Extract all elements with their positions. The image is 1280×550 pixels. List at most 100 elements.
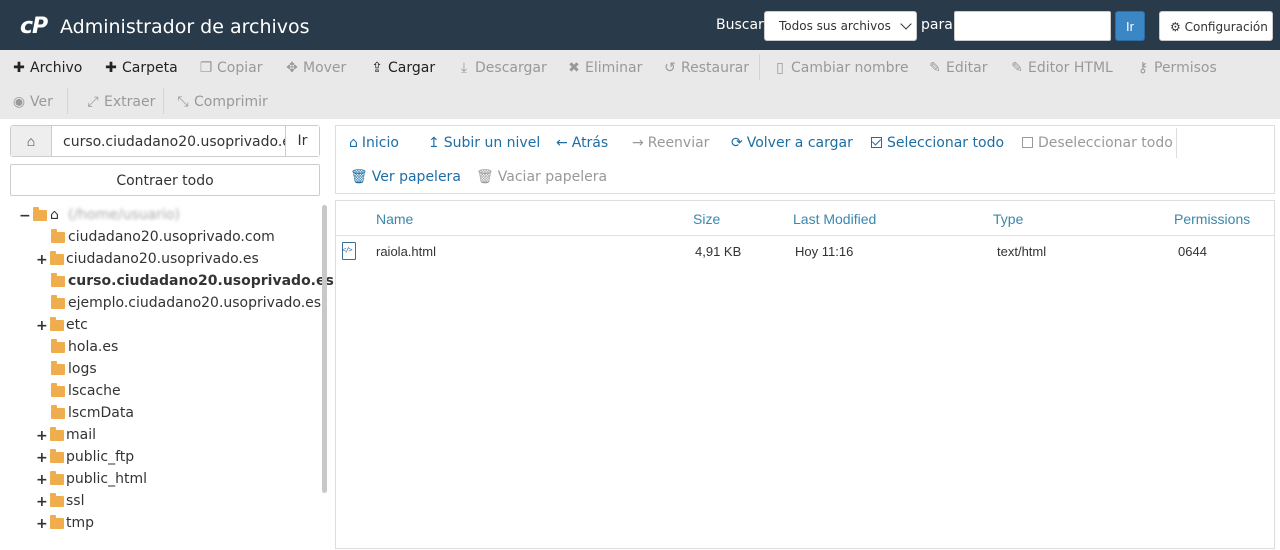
copy-icon: ❐ bbox=[199, 60, 213, 76]
select-all-label: Seleccionar todo bbox=[887, 135, 1005, 151]
toolbar-button-copiar[interactable]: ❐ Copiar bbox=[199, 60, 263, 76]
tree-item-label: public_html bbox=[66, 471, 148, 487]
up-one-level-button[interactable]: ↥ Subir un nivel bbox=[428, 135, 540, 151]
expand-icon[interactable]: + bbox=[36, 318, 48, 334]
file-navigation-bar: ⌂ Inicio ↥ Subir un nivel ← Atrás → Reenviar… bbox=[335, 125, 1275, 194]
html-edit-icon: ✎ bbox=[1011, 60, 1023, 76]
select-all-button[interactable]: Seleccionar todo bbox=[871, 135, 1004, 151]
toolbar-button-carpeta[interactable]: ✚ Carpeta bbox=[104, 60, 178, 76]
expand-icon[interactable]: + bbox=[36, 494, 48, 510]
gear-icon: ⚙ bbox=[1170, 20, 1181, 34]
expand-icon[interactable]: + bbox=[36, 516, 48, 532]
file-permissions: 0644 bbox=[1178, 244, 1207, 259]
tree-item-label: ciudadano20.usoprivado.com bbox=[68, 229, 275, 245]
toolbar-button-archivo[interactable]: ✚ Archivo bbox=[12, 60, 82, 76]
toolbar-button-editor-html[interactable]: ✎ Editor HTML bbox=[1010, 60, 1113, 76]
search-label: Buscar bbox=[716, 17, 764, 33]
close-icon: ✖ bbox=[568, 60, 580, 76]
tree-item-label: mail bbox=[66, 427, 96, 443]
deselect-all-button[interactable]: Deseleccionar todo bbox=[1022, 135, 1173, 151]
tree-item-label: ciudadano20.usoprivado.es bbox=[66, 251, 259, 267]
expand-icon[interactable]: + bbox=[36, 472, 48, 488]
key-icon: ⚷ bbox=[1137, 60, 1149, 76]
table-row[interactable]: raiola.html 4,91 KB Hoy 11:16 text/html … bbox=[336, 236, 1274, 268]
folder-icon bbox=[50, 471, 64, 485]
path-bar: ⌂ curso.ciudadano20.usoprivado.es Ir bbox=[10, 125, 320, 157]
compress-icon: ⤡ bbox=[177, 94, 189, 110]
toolbar-button-label: Carpeta bbox=[122, 60, 178, 76]
tree-item-label: curso.ciudadano20.usoprivado.es bbox=[68, 273, 334, 289]
trash-icon: 🗑 bbox=[350, 169, 368, 185]
folder-icon bbox=[51, 339, 65, 353]
expand-icon[interactable]: + bbox=[36, 428, 48, 444]
toolbar-button-restaurar[interactable]: ↺ Restaurar bbox=[663, 60, 749, 76]
move-icon: ✥ bbox=[286, 60, 298, 76]
column-header-name[interactable]: Name bbox=[376, 211, 413, 227]
para-label: para bbox=[921, 17, 953, 33]
folder-icon bbox=[51, 405, 65, 419]
sidebar-scrollbar[interactable] bbox=[322, 205, 327, 493]
home-nav-button[interactable]: ⌂ Inicio bbox=[349, 135, 399, 151]
column-header-type[interactable]: Type bbox=[993, 211, 1023, 227]
path-input[interactable]: curso.ciudadano20.usoprivado.es bbox=[63, 134, 285, 150]
folder-icon bbox=[51, 295, 65, 309]
toolbar-button-permisos[interactable]: ⚷ Permisos bbox=[1136, 60, 1217, 76]
toolbar-button-label: Extraer bbox=[104, 94, 156, 110]
column-header-size[interactable]: Size bbox=[693, 211, 720, 227]
toolbar-button-cambiar-nombre[interactable]: ▯ Cambiar nombre bbox=[773, 60, 909, 76]
toolbar-button-label: Permisos bbox=[1154, 60, 1217, 76]
toolbar-button-ver[interactable]: ◉ Ver bbox=[12, 94, 53, 110]
empty-trash-button[interactable]: 🗑 Vaciar papelera bbox=[476, 169, 607, 185]
folder-icon bbox=[51, 383, 65, 397]
column-header-modified[interactable]: Last Modified bbox=[793, 211, 876, 227]
toolbar-button-descargar[interactable]: ⤓ Descargar bbox=[457, 60, 547, 76]
file-icon: ▯ bbox=[776, 60, 784, 76]
file-modified: Hoy 11:16 bbox=[795, 244, 854, 259]
toolbar-button-comprimir[interactable]: ⤡ Comprimir bbox=[176, 94, 267, 110]
forward-button[interactable]: → Reenviar bbox=[632, 135, 709, 151]
search-scope-value: Todos sus archivos bbox=[779, 19, 891, 33]
back-button[interactable]: ← Atrás bbox=[556, 135, 608, 151]
toolbar-divider bbox=[67, 88, 68, 114]
expand-icon[interactable]: + bbox=[36, 252, 48, 268]
toolbar-button-mover[interactable]: ✥ Mover bbox=[285, 60, 346, 76]
reload-label: Volver a cargar bbox=[746, 135, 853, 151]
pencil-icon: ✎ bbox=[929, 60, 941, 76]
chevron-down-icon bbox=[900, 18, 912, 30]
home-icon: ⌂ bbox=[50, 207, 59, 223]
cpanel-logo[interactable]: cP bbox=[20, 14, 48, 39]
search-go-button[interactable]: Ir bbox=[1115, 11, 1145, 41]
home-icon: ⌂ bbox=[26, 133, 36, 149]
back-label: Atrás bbox=[571, 135, 609, 151]
toolbar: ✚ Archivo ✚ Carpeta ❐ Copiar ✥ Mover ⇪ Cargar ⤓ Des… bbox=[0, 50, 1280, 119]
toolbar-button-cargar[interactable]: ⇪ Cargar bbox=[370, 60, 435, 76]
file-name[interactable]: raiola.html bbox=[376, 244, 436, 259]
page-title: Administrador de archivos bbox=[60, 16, 310, 38]
reload-button[interactable]: ⟳ Volver a cargar bbox=[731, 135, 853, 151]
app-header: cP Administrador de archivos Buscar Todo… bbox=[0, 0, 1280, 50]
up-one-level-label: Subir un nivel bbox=[443, 135, 541, 151]
tree-item-label: lscmData bbox=[68, 405, 134, 421]
column-header-permissions[interactable]: Permissions bbox=[1174, 211, 1250, 227]
toolbar-button-label: Cambiar nombre bbox=[791, 60, 909, 76]
home-button[interactable]: ⌂ bbox=[11, 126, 52, 156]
settings-button[interactable]: ⚙ Configuración bbox=[1159, 11, 1273, 41]
plus-icon: ✚ bbox=[13, 60, 25, 76]
trash-icon: 🗑 bbox=[476, 169, 494, 185]
toolbar-button-eliminar[interactable]: ✖ Eliminar bbox=[567, 60, 642, 76]
search-scope-select[interactable]: Todos sus archivos bbox=[764, 11, 917, 41]
html-file-icon bbox=[342, 242, 356, 260]
tree-item-label: hola.es bbox=[68, 339, 119, 355]
search-input[interactable] bbox=[954, 11, 1111, 41]
collapse-all-button[interactable]: Contraer todo bbox=[10, 164, 320, 196]
path-go-button[interactable]: Ir bbox=[285, 126, 319, 156]
expand-icon[interactable]: + bbox=[36, 450, 48, 466]
folder-icon bbox=[51, 361, 65, 375]
folder-icon bbox=[50, 493, 64, 507]
toolbar-button-editar[interactable]: ✎ Editar bbox=[928, 60, 987, 76]
collapse-icon[interactable]: − bbox=[19, 208, 31, 224]
eye-icon: ◉ bbox=[12, 94, 26, 110]
view-trash-button[interactable]: 🗑 Ver papelera bbox=[350, 169, 461, 185]
toolbar-button-extraer[interactable]: ⤢ Extraer bbox=[86, 94, 155, 110]
tree-item-label: etc bbox=[66, 317, 88, 333]
